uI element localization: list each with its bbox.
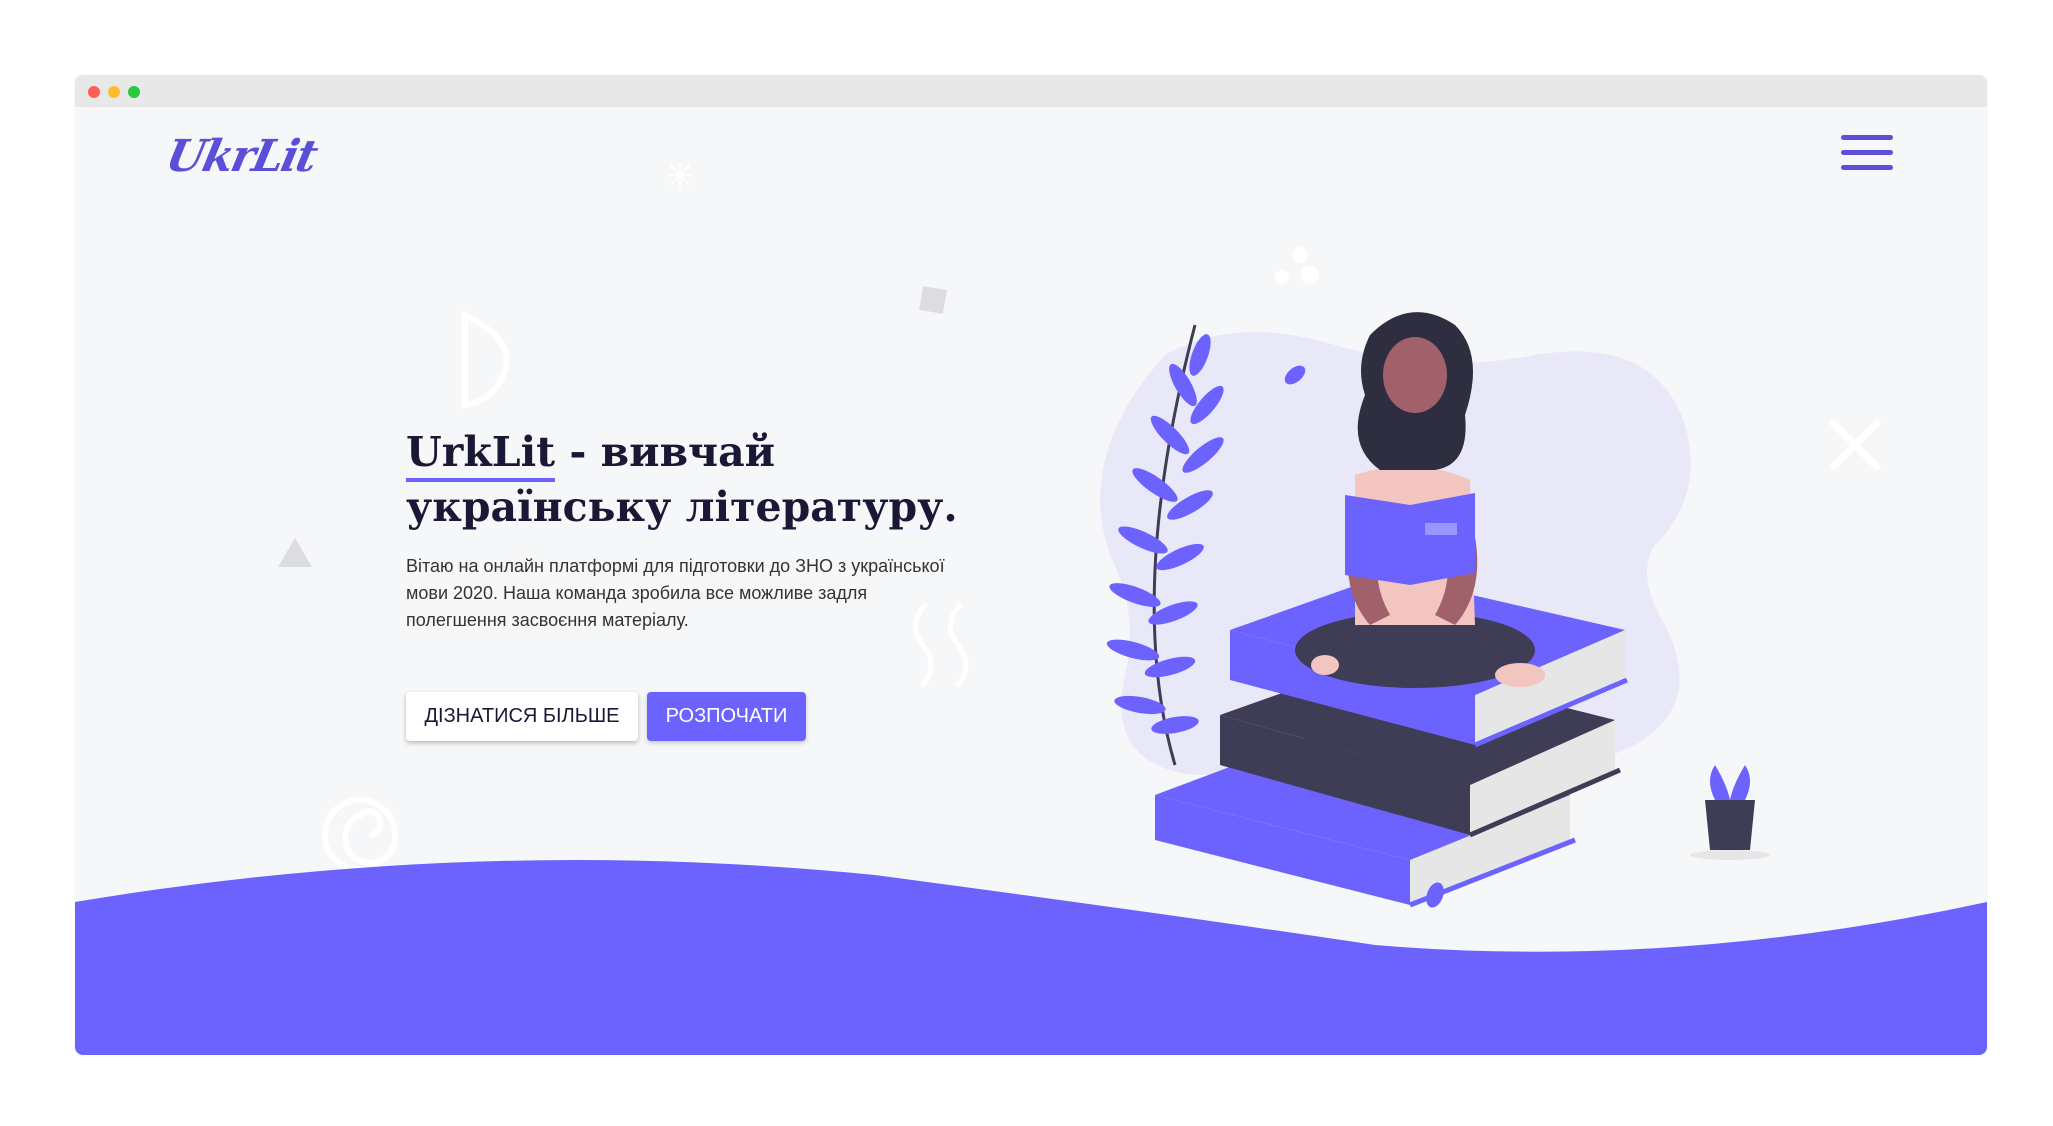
hero-title: UrkLit - вивчай українську літературу. bbox=[406, 425, 1046, 535]
hamburger-menu-icon[interactable] bbox=[1841, 135, 1893, 175]
close-window-button[interactable] bbox=[88, 86, 100, 98]
window-titlebar bbox=[75, 75, 1987, 107]
bottom-wave bbox=[75, 860, 1987, 1055]
x-deco-icon bbox=[1829, 419, 1881, 471]
sparkle-deco-icon bbox=[667, 162, 693, 188]
site-logo[interactable]: UkrLit bbox=[162, 123, 327, 183]
half-circle-deco-icon bbox=[462, 310, 510, 409]
hero-title-brand: UrkLit bbox=[406, 425, 556, 482]
circles-deco-icon bbox=[1275, 247, 1319, 284]
triangle-deco-icon bbox=[278, 538, 312, 567]
learn-more-button[interactable]: ДІЗНАТИСЯ БІЛЬШЕ bbox=[406, 692, 638, 741]
maximize-window-button[interactable] bbox=[128, 86, 140, 98]
hero-title-line2: українську літературу. bbox=[406, 483, 958, 531]
logo-text: UkrLit bbox=[161, 131, 321, 182]
hero-title-rest: - вивчай bbox=[555, 428, 776, 476]
hero-description: Вітаю на онлайн платформі для підготовки… bbox=[406, 556, 945, 630]
woman-reading-on-books-illustration bbox=[1100, 312, 1770, 908]
square-deco-icon bbox=[919, 286, 947, 314]
browser-window: UkrLit UrkLit - вивчай українську літерат… bbox=[75, 75, 1987, 1055]
minimize-window-button[interactable] bbox=[108, 86, 120, 98]
start-button[interactable]: РОЗПОЧАТИ bbox=[647, 692, 806, 741]
